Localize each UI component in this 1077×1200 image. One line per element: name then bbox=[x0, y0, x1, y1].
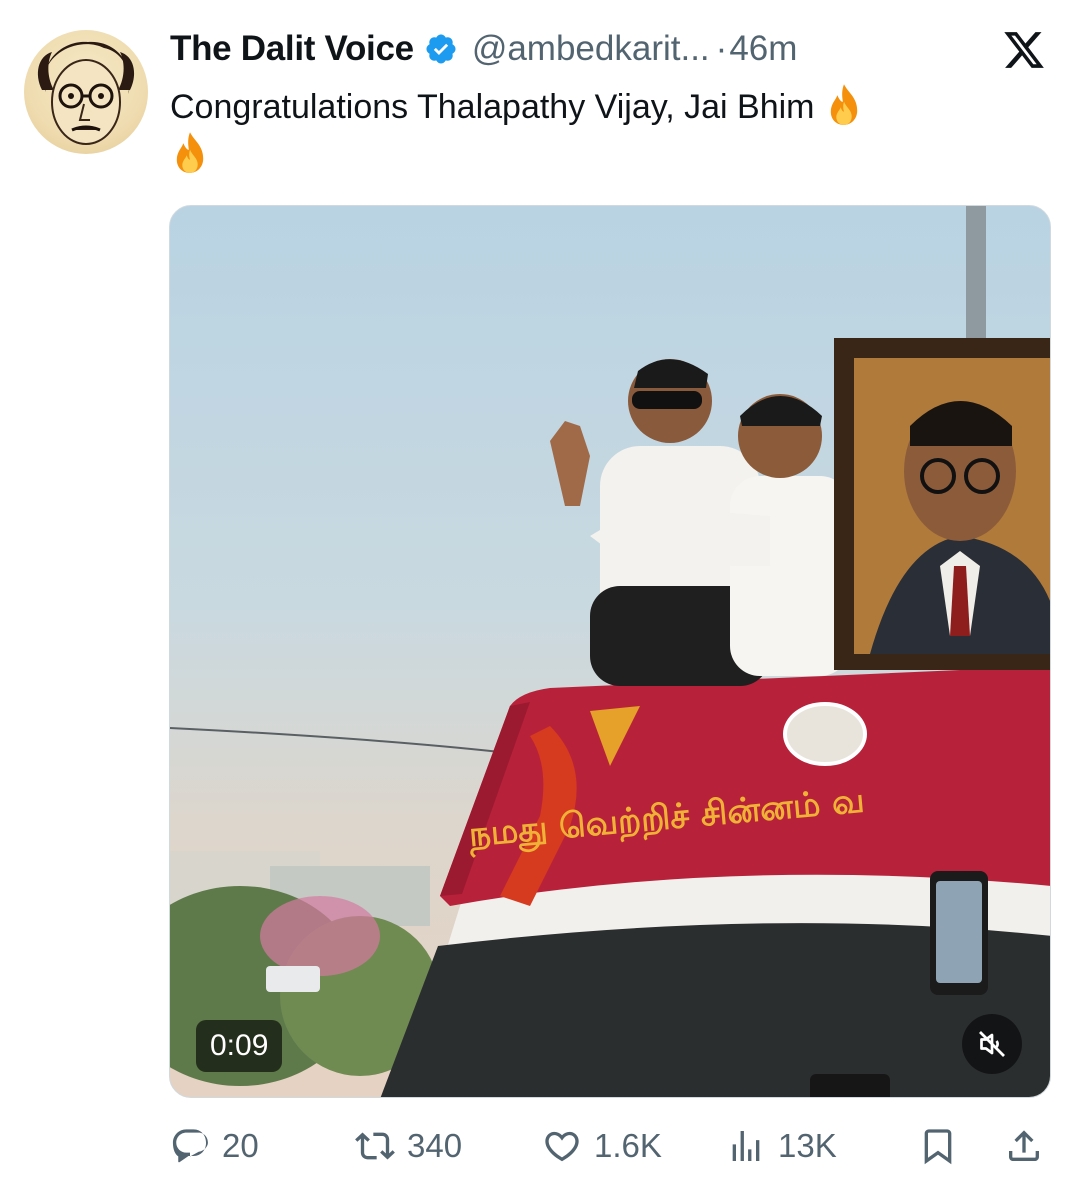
reply-icon bbox=[172, 1129, 208, 1163]
video-duration: 0:09 bbox=[196, 1020, 283, 1072]
views-button[interactable]: 13K bbox=[726, 1118, 837, 1174]
video-player[interactable]: நமது வெற்றிச் சின்னம் வ 0:09 bbox=[169, 205, 1051, 1098]
like-button[interactable]: 1.6K bbox=[542, 1118, 662, 1174]
display-name[interactable]: The Dalit Voice bbox=[170, 29, 414, 69]
views-count: 13K bbox=[778, 1127, 837, 1164]
views-icon bbox=[732, 1131, 760, 1161]
x-logo-icon[interactable] bbox=[1001, 28, 1047, 72]
share-icon bbox=[1009, 1130, 1039, 1161]
share-button[interactable] bbox=[1004, 1118, 1044, 1174]
timestamp[interactable]: 46m bbox=[729, 29, 797, 69]
like-icon bbox=[545, 1131, 579, 1162]
bookmark-icon bbox=[924, 1129, 952, 1165]
avatar[interactable] bbox=[24, 30, 148, 154]
avatar-sketch-portrait bbox=[37, 41, 135, 145]
fire-emoji-icon bbox=[176, 132, 204, 173]
reply-button[interactable]: 20 bbox=[170, 1118, 259, 1174]
like-count: 1.6K bbox=[594, 1127, 662, 1164]
separator-dot: · bbox=[715, 29, 728, 68]
mute-icon bbox=[979, 1031, 1005, 1057]
video-frame: நமது வெற்றிச் சின்னம் வ bbox=[170, 206, 1050, 1097]
bookmark-button[interactable] bbox=[918, 1118, 958, 1174]
user-handle[interactable]: @ambedkarit... bbox=[472, 29, 710, 69]
retweet-count: 340 bbox=[407, 1127, 463, 1164]
retweet-icon bbox=[355, 1132, 395, 1160]
action-bar: 20 340 1.6K 13K bbox=[170, 1118, 1050, 1174]
reply-count: 20 bbox=[222, 1127, 259, 1164]
fire-emoji-icon bbox=[830, 84, 858, 125]
mute-button[interactable] bbox=[962, 1014, 1022, 1074]
retweet-button[interactable]: 340 bbox=[355, 1118, 462, 1174]
verified-badge-icon bbox=[426, 34, 456, 64]
tweet-text: Congratulations Thalapathy Vijay, Jai Bh… bbox=[170, 82, 1030, 178]
tweet-body: Congratulations Thalapathy Vijay, Jai Bh… bbox=[170, 88, 815, 126]
tweet-header: The Dalit Voice @ambedkarit... · 46m bbox=[170, 26, 797, 72]
